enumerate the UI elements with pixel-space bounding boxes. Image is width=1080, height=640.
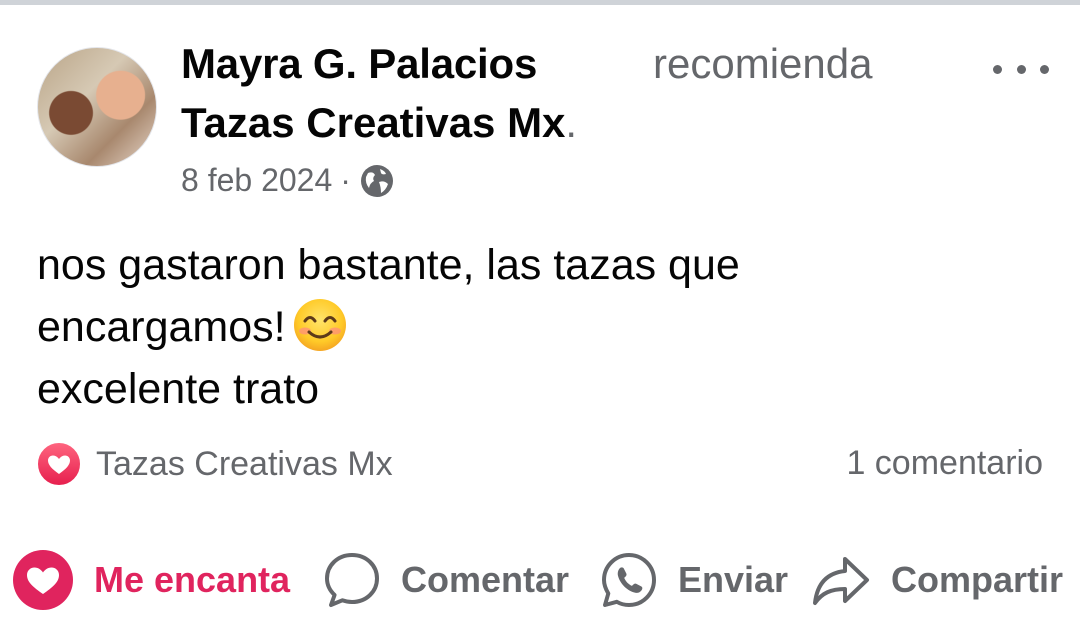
more-options-dot: [1040, 64, 1049, 74]
post-text-line-2-text: encargamos!: [37, 303, 286, 351]
post-date[interactable]: 8 feb 2024: [181, 162, 332, 199]
more-options-button[interactable]: [993, 52, 1049, 86]
action-bar: Me encanta Comentar Enviar Compartir: [0, 540, 1080, 620]
more-options-icon: [993, 64, 1002, 74]
love-reaction-icon: [36, 441, 82, 487]
post-text-line-2: encargamos!: [37, 296, 1037, 358]
post-text-line-1: nos gastaron bastante, las tazas que: [37, 241, 740, 289]
recommends-text: recomienda: [653, 40, 873, 87]
recommended-page-link[interactable]: Tazas Creativas Mx: [181, 99, 565, 146]
share-button-label: Compartir: [891, 559, 1064, 600]
reactions-summary[interactable]: Tazas Creativas Mx: [36, 441, 393, 487]
love-button[interactable]: Me encanta: [12, 540, 290, 620]
smiling-face-icon: [293, 299, 346, 351]
comments-count[interactable]: 1 comentario: [846, 444, 1043, 483]
heart-icon: [13, 550, 73, 610]
page-suffix: .: [565, 99, 578, 146]
post-text-line-3: excelente trato: [37, 365, 320, 413]
author-name[interactable]: Mayra G. Palacios: [181, 40, 537, 88]
share-arrow-icon: [813, 557, 869, 605]
whatsapp-icon: [602, 553, 656, 607]
love-button-label: Me encanta: [94, 559, 291, 600]
reactor-name: Tazas Creativas Mx: [96, 444, 393, 483]
comment-button-label: Comentar: [401, 559, 570, 600]
recommended-page-line: Tazas Creativas Mx.: [181, 99, 577, 147]
top-divider: [0, 0, 1080, 5]
share-button[interactable]: Compartir: [811, 540, 1063, 620]
author-avatar[interactable]: [37, 47, 157, 167]
post-meta: 8 feb 2024 ·: [181, 162, 395, 199]
comment-bubble-icon: [325, 553, 379, 607]
send-button[interactable]: Enviar: [600, 540, 788, 620]
post-body: nos gastaron bastante, las tazas que enc…: [37, 234, 1037, 420]
send-button-label: Enviar: [678, 559, 789, 600]
globe-icon[interactable]: [359, 163, 395, 199]
comment-button[interactable]: Comentar: [323, 540, 569, 620]
meta-separator: ·: [340, 162, 351, 198]
more-options-dot: [1016, 64, 1026, 74]
